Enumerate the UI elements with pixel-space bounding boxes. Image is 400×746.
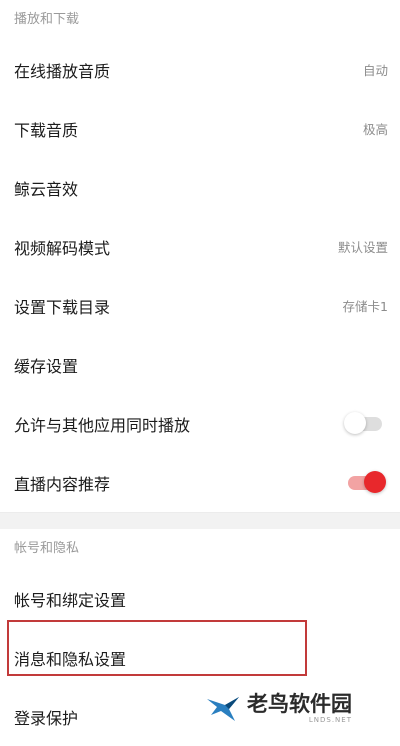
section-divider <box>0 512 400 529</box>
setting-concurrent-playback: 允许与其他应用同时播放 <box>0 394 400 453</box>
setting-video-decode[interactable]: 视频解码模式 默认设置 <box>0 217 400 276</box>
toggle-knob <box>344 411 366 434</box>
watermark-subtitle: LNDS.NET <box>308 716 352 724</box>
setting-label: 下载音质 <box>14 120 79 140</box>
setting-online-quality[interactable]: 在线播放音质 自动 <box>0 40 400 99</box>
concurrent-playback-toggle[interactable] <box>344 411 382 434</box>
setting-label: 视频解码模式 <box>14 238 111 258</box>
setting-sound-effect[interactable]: 鲸云音效 <box>0 158 400 217</box>
watermark-title: 老鸟软件园 <box>247 692 352 716</box>
setting-label: 设置下载目录 <box>14 297 111 317</box>
section-header-playback: 播放和下载 <box>14 12 80 27</box>
watermark: 老鸟软件园 LNDS.NET <box>205 686 400 730</box>
bird-logo-icon <box>207 697 239 721</box>
setting-download-quality[interactable]: 下载音质 极高 <box>0 99 400 158</box>
setting-value: 默认设置 <box>337 240 388 255</box>
setting-label: 帐号和绑定设置 <box>14 590 127 610</box>
live-recommend-toggle[interactable] <box>348 470 386 493</box>
setting-cache[interactable]: 缓存设置 <box>0 335 400 394</box>
setting-download-directory[interactable]: 设置下载目录 存储卡1 <box>0 276 400 335</box>
setting-live-recommend: 直播内容推荐 <box>0 453 400 512</box>
setting-value: 极高 <box>362 122 388 137</box>
setting-label: 鲸云音效 <box>14 179 79 199</box>
section-header-account: 帐号和隐私 <box>14 541 80 556</box>
setting-label: 在线播放音质 <box>14 61 111 81</box>
toggle-knob <box>364 470 386 493</box>
setting-label: 直播内容推荐 <box>14 474 111 494</box>
setting-label: 登录保护 <box>14 708 79 728</box>
setting-value: 自动 <box>362 63 388 78</box>
setting-label: 允许与其他应用同时播放 <box>14 415 191 435</box>
setting-value: 存储卡1 <box>342 299 388 314</box>
setting-label: 缓存设置 <box>14 356 79 376</box>
highlight-box <box>7 620 307 676</box>
